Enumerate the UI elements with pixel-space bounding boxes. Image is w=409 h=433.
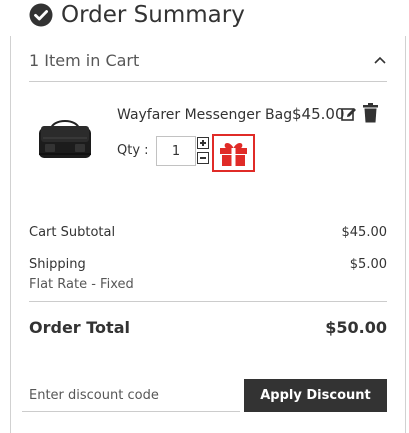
cart-items-toggle[interactable]: 1 Item in Cart [29,48,387,82]
qty-input[interactable] [156,136,196,166]
order-summary-page: Order Summary 1 Item in Cart Wayfarer Me… [0,0,409,433]
qty-label: Qty : [117,143,149,158]
shipping-label: Shipping [29,257,86,272]
order-summary-header: Order Summary [29,0,245,30]
product-price: $45.00 [292,105,345,123]
order-total-value: $50.00 [325,318,387,337]
qty-increment-button[interactable] [197,137,209,149]
order-total-label: Order Total [29,318,130,337]
shipping-method: Flat Rate - Fixed [29,277,134,292]
discount-code-input[interactable] [22,380,240,412]
product-image[interactable] [33,108,97,168]
qty-decrement-button[interactable] [197,152,209,164]
shipping-value: $5.00 [349,257,387,272]
product-name[interactable]: Wayfarer Messenger Bag [117,105,292,125]
subtotal-value: $45.00 [341,225,388,240]
apply-discount-button[interactable]: Apply Discount [244,379,387,412]
gift-icon [220,143,247,166]
check-circle-icon [29,3,53,27]
trash-icon[interactable] [362,103,379,123]
chevron-up-icon[interactable] [373,53,387,67]
cart-item-count: 1 Item in Cart [29,51,140,70]
totals-divider [29,301,387,302]
subtotal-label: Cart Subtotal [29,225,116,240]
gift-options-button[interactable] [212,134,255,172]
page-title: Order Summary [61,2,245,28]
edit-icon[interactable] [341,107,357,122]
